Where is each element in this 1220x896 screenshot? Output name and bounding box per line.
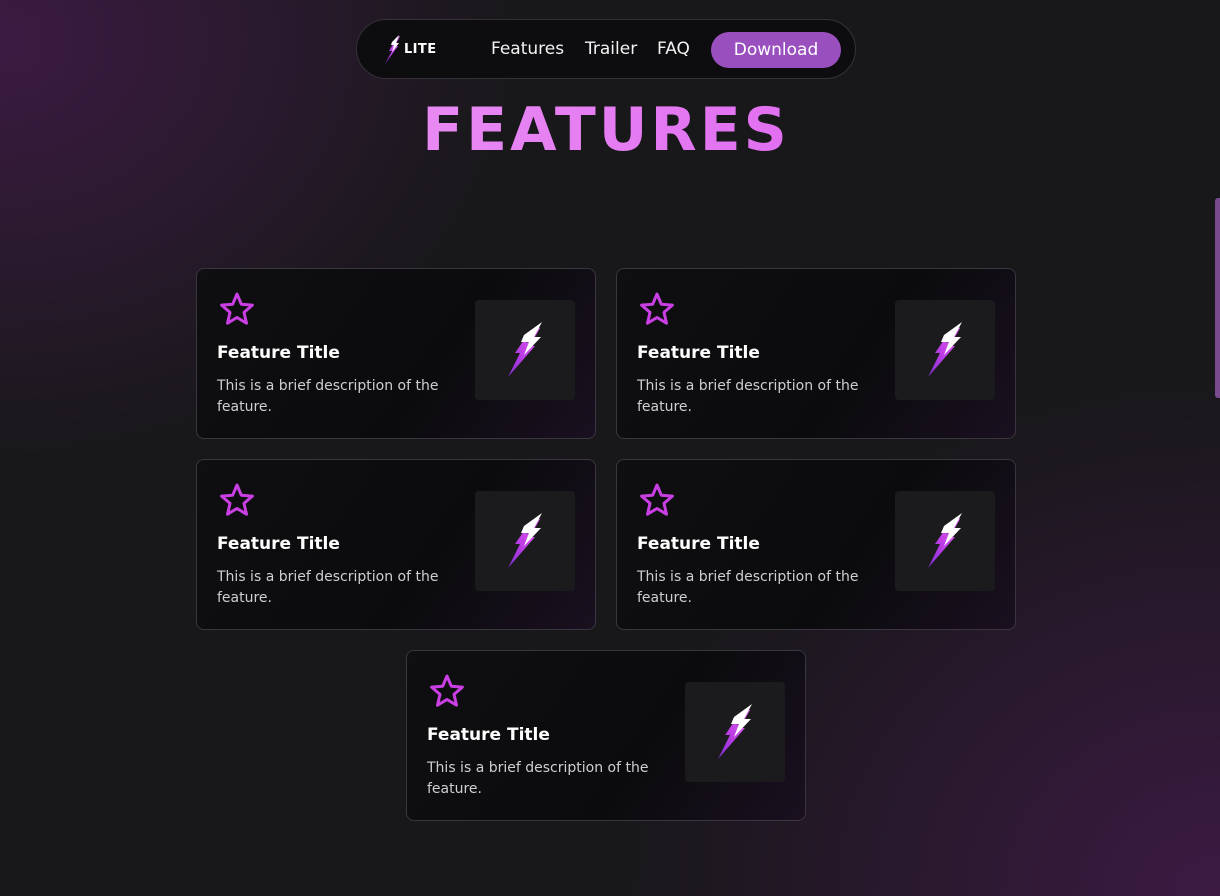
- feature-description: This is a brief description of the featu…: [217, 378, 439, 415]
- lightning-bolt-icon: [928, 322, 962, 377]
- feature-description: This is a brief description of the featu…: [217, 569, 439, 606]
- logo-text: LITE: [404, 42, 437, 57]
- feature-thumbnail: [685, 682, 785, 782]
- feature-card: Feature Title This is a brief descriptio…: [616, 459, 1016, 630]
- feature-thumbnail: [475, 300, 575, 400]
- star-icon: [430, 674, 464, 707]
- lightning-bolt-icon: [928, 513, 962, 568]
- star-icon: [640, 483, 674, 516]
- feature-description: This is a brief description of the featu…: [427, 760, 649, 797]
- feature-description: This is a brief description of the featu…: [637, 569, 859, 606]
- scrollbar-thumb[interactable]: [1215, 198, 1220, 398]
- page-title: FEATURES: [0, 95, 1212, 165]
- nav-link-faq[interactable]: FAQ: [657, 39, 690, 59]
- feature-title: Feature Title: [217, 343, 340, 363]
- feature-card: Feature Title This is a brief descriptio…: [196, 268, 596, 439]
- nav-link-trailer[interactable]: Trailer: [585, 39, 637, 59]
- star-icon: [640, 292, 674, 325]
- feature-thumbnail: [895, 491, 995, 591]
- top-navigation: LITE Features Trailer FAQ Download: [356, 19, 856, 79]
- feature-card: Feature Title This is a brief descriptio…: [196, 459, 596, 630]
- lightning-bolt-icon: [385, 35, 400, 64]
- lightning-bolt-icon: [718, 704, 752, 759]
- feature-thumbnail: [895, 300, 995, 400]
- feature-description: This is a brief description of the featu…: [637, 378, 859, 415]
- feature-title: Feature Title: [637, 534, 760, 554]
- feature-title: Feature Title: [427, 725, 550, 745]
- feature-title: Feature Title: [637, 343, 760, 363]
- star-icon: [220, 292, 254, 325]
- star-icon: [220, 483, 254, 516]
- lightning-bolt-icon: [508, 322, 542, 377]
- feature-card: Feature Title This is a brief descriptio…: [406, 650, 806, 821]
- nav-link-features[interactable]: Features: [491, 39, 564, 59]
- feature-thumbnail: [475, 491, 575, 591]
- lightning-bolt-icon: [508, 513, 542, 568]
- feature-title: Feature Title: [217, 534, 340, 554]
- logo[interactable]: LITE: [381, 34, 443, 66]
- feature-card: Feature Title This is a brief descriptio…: [616, 268, 1016, 439]
- download-button[interactable]: Download: [711, 32, 841, 68]
